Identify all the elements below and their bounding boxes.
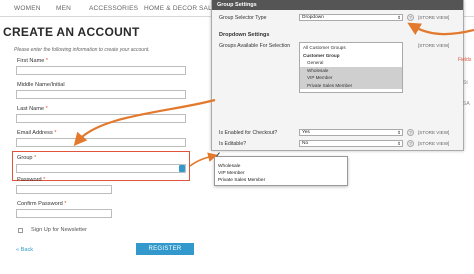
arrow-to-selector — [407, 22, 474, 36]
arrow-to-dropdown — [189, 152, 218, 167]
callout-arrows — [73, 22, 474, 167]
arrow-to-group — [73, 98, 216, 147]
